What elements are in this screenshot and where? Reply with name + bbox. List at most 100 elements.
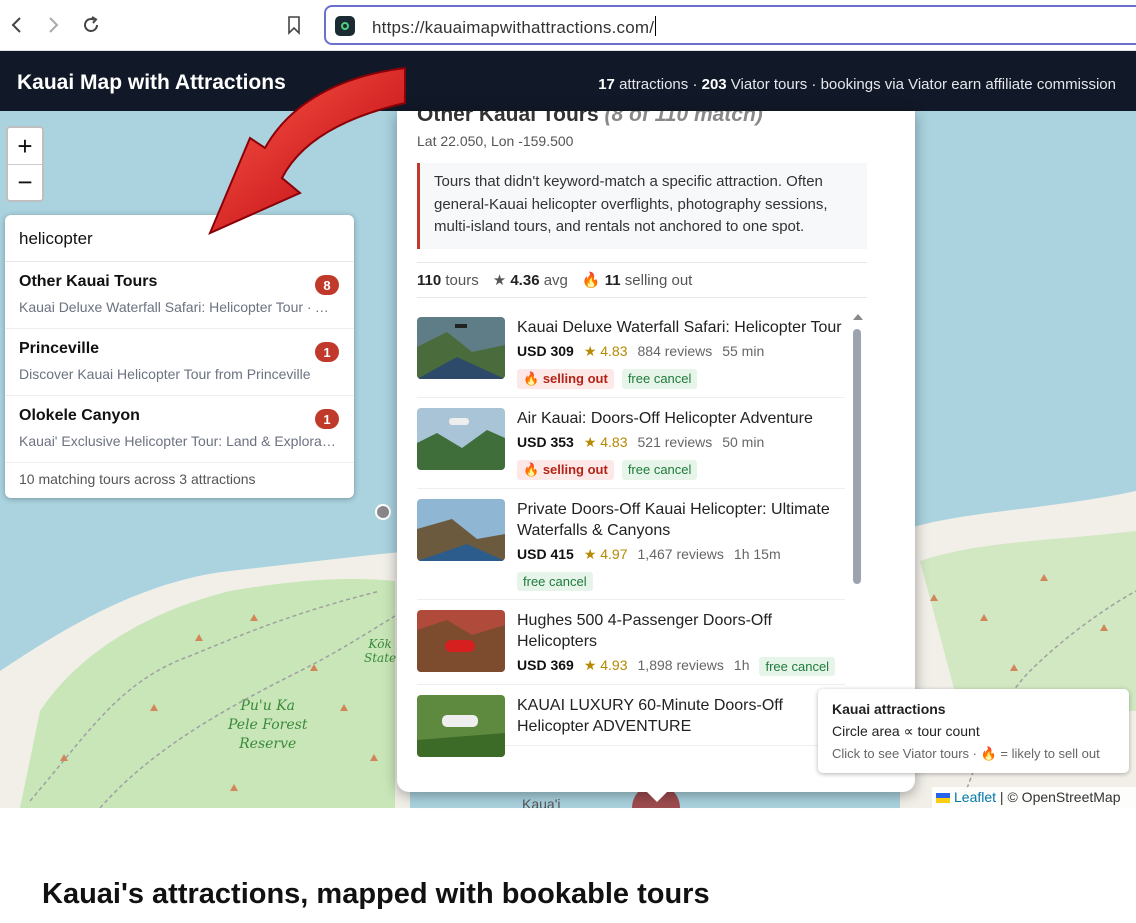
- map-legend: Kauai attractions Circle area ∝ tour cou…: [818, 689, 1129, 773]
- tour-reviews: 1,898 reviews: [637, 657, 724, 673]
- attractions-count: 17: [598, 76, 615, 93]
- fire-icon: 🔥: [581, 272, 601, 289]
- zoom-control: + −: [6, 126, 44, 202]
- bookmark-icon: [288, 16, 300, 35]
- attractions-label: attractions ·: [614, 76, 702, 93]
- back-button[interactable]: [2, 10, 32, 40]
- tour-duration: 1h 15m: [733, 546, 781, 562]
- tour-duration: 55 min: [722, 343, 765, 359]
- search-result-princeville[interactable]: Princeville 1 Discover Kauai Helicopter …: [5, 329, 354, 396]
- forest-reserve-label: Pu'u Ka Pele Forest Reserve: [228, 698, 308, 752]
- tour-duration: 1h: [733, 657, 750, 673]
- result-subtitle: Discover Kauai Helicopter Tour from Prin…: [19, 366, 311, 382]
- tour-thumbnail: [417, 499, 505, 561]
- tours-stat: 110 tours: [417, 271, 479, 289]
- rating-stat: ★ 4.36 avg: [492, 272, 568, 289]
- site-favicon-icon: [335, 16, 355, 36]
- arrow-left-icon: [11, 17, 21, 33]
- tour-reviews: 521 reviews: [637, 434, 713, 450]
- tour-item[interactable]: KAUAI LUXURY 60-Minute Doors-Off Helicop…: [417, 685, 845, 757]
- forward-button[interactable]: [38, 10, 68, 40]
- selling-out-tag: 🔥 selling out: [517, 369, 614, 389]
- scroll-up-arrow-icon[interactable]: [853, 314, 863, 320]
- tour-title: Kauai Deluxe Waterfall Safari: Helicopte…: [517, 319, 842, 336]
- tour-duration: 50 min: [722, 434, 765, 450]
- text-caret: [655, 16, 657, 36]
- zoom-in-button[interactable]: +: [8, 128, 42, 164]
- tour-price: USD 353: [517, 434, 574, 450]
- popup-stats: 110 tours ★ 4.36 avg 🔥 11 selling out: [417, 262, 867, 298]
- tour-item[interactable]: Hughes 500 4-Passenger Doors-Off Helicop…: [417, 600, 845, 685]
- selling-out-tag: 🔥 selling out: [517, 460, 614, 480]
- popup-match-count: (8 of 110 match): [604, 111, 763, 126]
- osm-credit: © OpenStreetMap: [1007, 789, 1121, 805]
- free-cancel-tag: free cancel: [621, 369, 698, 389]
- free-cancel-tag: free cancel: [621, 460, 698, 480]
- tour-price: USD 415: [517, 546, 574, 562]
- fire-icon: 🔥: [523, 462, 540, 477]
- search-summary: 10 matching tours across 3 attractions: [19, 471, 256, 487]
- tour-item[interactable]: Kauai Deluxe Waterfall Safari: Helicopte…: [417, 307, 845, 398]
- site-stats: 17 attractions · 203 Viator tours · book…: [598, 76, 1116, 93]
- result-title: Olokele Canyon: [19, 407, 140, 424]
- red-arrow-annotation: [208, 66, 406, 235]
- tour-rating: ★ 4.83: [583, 343, 628, 359]
- tour-thumbnail: [417, 317, 505, 379]
- zoom-out-button[interactable]: −: [8, 164, 42, 200]
- legend-hint: Click to see Viator tours · 🔥 = likely t…: [832, 746, 1100, 761]
- fire-icon: 🔥: [523, 371, 540, 386]
- bookmark-button[interactable]: [279, 10, 309, 40]
- result-title: Princeville: [19, 340, 100, 357]
- scrollbar-thumb[interactable]: [853, 329, 861, 584]
- popup-description: Tours that didn't keyword-match a specif…: [417, 163, 867, 249]
- tour-thumbnail: [417, 610, 505, 672]
- kauai-map-label: Kaua'i: [522, 796, 561, 808]
- tour-rating: ★ 4.93: [583, 657, 628, 673]
- tour-thumbnail: [417, 408, 505, 470]
- section-heading: Kauai's attractions, mapped with bookabl…: [42, 878, 710, 910]
- map-attribution: Leaflet | © OpenStreetMap: [932, 787, 1136, 808]
- fire-icon: 🔥: [980, 746, 997, 761]
- result-subtitle: Kauai Deluxe Waterfall Safari: Helicopte…: [19, 299, 337, 315]
- address-bar[interactable]: https://kauaimapwithattractions.com/: [324, 5, 1136, 45]
- selling-out-stat: 🔥 11 selling out: [581, 272, 693, 289]
- tour-price: USD 369: [517, 657, 574, 673]
- url-text: https://kauaimapwithattractions.com/: [372, 18, 655, 37]
- reload-button[interactable]: [76, 10, 106, 40]
- result-title: Other Kauai Tours: [19, 273, 158, 290]
- popup-title: Other Kauai Tours (8 of 110 match): [417, 111, 763, 127]
- search-panel: helicopter Other Kauai Tours 8 Kauai Del…: [5, 215, 354, 498]
- leaflet-link[interactable]: Leaflet: [954, 789, 996, 805]
- tour-title: Private Doors-Off Kauai Helicopter: Ulti…: [517, 501, 830, 539]
- legend-title: Kauai attractions: [832, 701, 946, 717]
- legend-circle-note: Circle area ∝ tour count: [832, 723, 980, 739]
- tour-list[interactable]: Kauai Deluxe Waterfall Safari: Helicopte…: [417, 307, 845, 792]
- search-result-other-kauai-tours[interactable]: Other Kauai Tours 8 Kauai Deluxe Waterfa…: [5, 262, 354, 329]
- popup-coordinates: Lat 22.050, Lon -159.500: [417, 133, 574, 149]
- tour-thumbnail: [417, 695, 505, 757]
- star-icon: ★: [492, 272, 507, 289]
- ukraine-flag-icon: [936, 793, 950, 803]
- tour-title: Air Kauai: Doors-Off Helicopter Adventur…: [517, 410, 813, 427]
- tour-reviews: 1,467 reviews: [637, 546, 724, 562]
- result-count-badge: 1: [315, 342, 339, 362]
- tour-reviews: 884 reviews: [637, 343, 713, 359]
- result-subtitle: Kauai' Exclusive Helicopter Tour: Land &…: [19, 433, 337, 449]
- tour-price: USD 309: [517, 343, 574, 359]
- result-count-badge: 1: [315, 409, 339, 429]
- free-cancel-tag: free cancel: [517, 572, 593, 591]
- tour-rating: ★ 4.83: [583, 434, 628, 450]
- tour-item[interactable]: Air Kauai: Doors-Off Helicopter Adventur…: [417, 398, 845, 489]
- tours-label: Viator tours · bookings via Viator earn …: [726, 76, 1116, 93]
- browser-toolbar: https://kauaimapwithattractions.com/: [0, 0, 1136, 51]
- result-count-badge: 8: [315, 275, 339, 295]
- tour-title: KAUAI LUXURY 60-Minute Doors-Off Helicop…: [517, 697, 783, 735]
- arrow-right-icon: [49, 17, 59, 33]
- search-result-olokele-canyon[interactable]: Olokele Canyon 1 Kauai' Exclusive Helico…: [5, 396, 354, 463]
- tour-title: Hughes 500 4-Passenger Doors-Off Helicop…: [517, 612, 772, 650]
- popup-tip: [645, 790, 669, 802]
- reload-icon: [84, 16, 98, 32]
- tour-rating: ★ 4.97: [583, 546, 628, 562]
- tour-item[interactable]: Private Doors-Off Kauai Helicopter: Ulti…: [417, 489, 845, 600]
- free-cancel-tag: free cancel: [759, 657, 836, 676]
